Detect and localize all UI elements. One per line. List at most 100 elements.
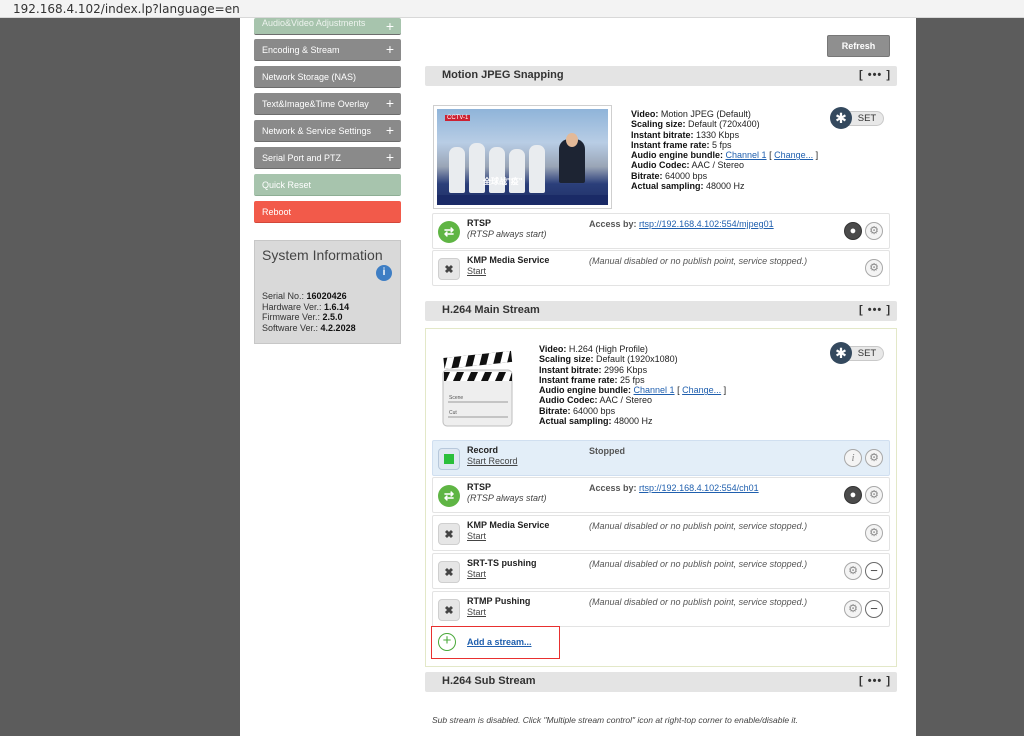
refresh-button[interactable]: Refresh (827, 35, 890, 57)
main-set-button[interactable]: SET ✱ (830, 342, 886, 364)
section-title: Motion JPEG Snapping (442, 69, 564, 81)
add-stream-box: + Add a stream... (431, 626, 560, 659)
hardware-value: 1.6.14 (324, 301, 350, 312)
snapshot-caption: 全球战"疫" (483, 177, 523, 186)
system-info-title: System Information (262, 247, 383, 263)
clapperboard-icon: Scene Cut (442, 350, 513, 427)
expand-icon: + (385, 18, 394, 34)
service-name: KMP Media Service (467, 520, 550, 530)
gear-icon[interactable]: ⚙ (844, 600, 862, 618)
rtmp-start-link[interactable]: Start (467, 607, 486, 617)
address-bar[interactable]: 192.168.4.102/index.lp?language=en (0, 0, 1024, 18)
service-name: SRT-TS pushing (467, 558, 537, 568)
service-name: RTSP (467, 482, 492, 492)
mjpeg-set-button[interactable]: SET ✱ (830, 107, 886, 129)
main-rtmp-row: ✖ RTMP Pushing Start (Manual disabled or… (432, 591, 890, 627)
user-icon[interactable]: ● (844, 486, 862, 504)
sidebar-item-network[interactable]: Network & Service Settings + (254, 120, 401, 142)
gear-icon[interactable]: ⚙ (865, 449, 883, 467)
add-icon[interactable]: + (438, 633, 456, 651)
sidebar-item-overlay[interactable]: Text&Image&Time Overlay + (254, 93, 401, 115)
rtsp-url-link[interactable]: rtsp://192.168.4.102:554/mjpeg01 (639, 219, 774, 229)
main-srt-row: ✖ SRT-TS pushing Start (Manual disabled … (432, 553, 890, 589)
sidebar-item-label: Reboot (262, 207, 292, 217)
add-stream-link[interactable]: Add a stream... (467, 637, 532, 647)
system-info-panel: System Information i Serial No.: 1602042… (254, 240, 401, 344)
expand-icon: + (385, 41, 394, 57)
service-status: (Manual disabled or no publish point, se… (589, 559, 808, 569)
mjpeg-kmp-row: ✖ KMP Media Service Start (Manual disabl… (432, 250, 890, 286)
expand-icon: + (385, 95, 394, 111)
start-record-link[interactable]: Start Record (467, 456, 518, 466)
change-audio-link[interactable]: Change... (682, 385, 721, 395)
section-menu-button[interactable]: [ ••• ] (859, 304, 891, 316)
sidebar-item-label: Network Storage (NAS) (262, 72, 357, 82)
cross-icon[interactable]: ✖ (438, 599, 460, 621)
section-menu-button[interactable]: [ ••• ] (859, 69, 891, 81)
record-icon[interactable] (438, 448, 460, 470)
cross-icon[interactable]: ✖ (438, 561, 460, 583)
section-menu-button[interactable]: [ ••• ] (859, 675, 891, 687)
service-name: Record (467, 445, 499, 455)
info-icon[interactable]: i (376, 265, 392, 281)
switch-icon[interactable]: ⇄ (438, 221, 460, 243)
sidebar-item-label: Text&Image&Time Overlay (262, 99, 369, 109)
mjpeg-rtsp-row: ⇄ RTSP (RTSP always start) Access by: rt… (432, 213, 890, 249)
sidebar-item-encoding[interactable]: Encoding & Stream + (254, 39, 401, 61)
software-label: Software Ver.: (262, 322, 319, 333)
gear-icon[interactable]: ⚙ (865, 259, 883, 277)
switch-icon[interactable]: ⇄ (438, 485, 460, 507)
cross-icon[interactable]: ✖ (438, 258, 460, 280)
sidebar-item-label: Network & Service Settings (262, 126, 372, 136)
sidebar-item-label: Serial Port and PTZ (262, 153, 342, 163)
audio-channel-link[interactable]: Channel 1 (634, 385, 675, 395)
section-title: H.264 Main Stream (442, 304, 540, 316)
main-record-row: Record Start Record Stopped i ⚙ (432, 440, 890, 476)
sidebar-item-serial-ptz[interactable]: Serial Port and PTZ + (254, 147, 401, 169)
service-name: KMP Media Service (467, 255, 550, 265)
sub-stream-section-header: H.264 Sub Stream [ ••• ] (425, 672, 897, 692)
sidebar-item-quick-reset[interactable]: Quick Reset (254, 174, 401, 196)
info-icon[interactable]: i (844, 449, 862, 467)
main-kmp-row: ✖ KMP Media Service Start (Manual disabl… (432, 515, 890, 551)
user-icon[interactable]: ● (844, 222, 862, 240)
service-name: RTSP (467, 218, 492, 228)
tools-icon: ✱ (830, 107, 852, 129)
service-status: (Manual disabled or no publish point, se… (589, 256, 808, 266)
service-status: (Manual disabled or no publish point, se… (589, 597, 808, 607)
sidebar-item-label: Audio&Video Adjustments (262, 18, 366, 28)
cross-icon[interactable]: ✖ (438, 523, 460, 545)
software-value: 4.2.2028 (320, 322, 356, 333)
audio-channel-link[interactable]: Channel 1 (726, 150, 767, 160)
change-audio-link[interactable]: Change... (774, 150, 813, 160)
service-sub: (RTSP always start) (467, 229, 547, 239)
remove-icon[interactable]: − (865, 562, 883, 580)
sidebar-item-label: Quick Reset (262, 180, 312, 190)
service-sub: (RTSP always start) (467, 493, 547, 503)
sub-stream-note: Sub stream is disabled. Click "Multiple … (432, 715, 799, 725)
sidebar-item-nas[interactable]: Network Storage (NAS) (254, 66, 401, 88)
clapper-scene: Scene (449, 395, 463, 401)
remove-icon[interactable]: − (865, 600, 883, 618)
sidebar-item-reboot[interactable]: Reboot (254, 201, 401, 223)
mjpeg-snapshot[interactable]: CCTV-1 全球战"疫" (433, 105, 612, 209)
mjpeg-specs: Video: Motion JPEG (Default) Scaling siz… (631, 109, 819, 192)
main-stream-section-header: H.264 Main Stream [ ••• ] (425, 301, 897, 321)
kmp-start-link[interactable]: Start (467, 531, 486, 541)
main-rtsp-row: ⇄ RTSP (RTSP always start) Access by: rt… (432, 477, 890, 513)
srt-start-link[interactable]: Start (467, 569, 486, 579)
sidebar-item-label: Encoding & Stream (262, 45, 340, 55)
expand-icon: + (385, 122, 394, 138)
clapper-cut: Cut (449, 410, 457, 416)
gear-icon[interactable]: ⚙ (865, 524, 883, 542)
gear-icon[interactable]: ⚙ (865, 486, 883, 504)
section-title: H.264 Sub Stream (442, 675, 536, 687)
gear-icon[interactable]: ⚙ (865, 222, 883, 240)
kmp-start-link[interactable]: Start (467, 266, 486, 276)
gear-icon[interactable]: ⚙ (844, 562, 862, 580)
sidebar-item-audio-video[interactable]: Audio&Video Adjustments + (254, 18, 401, 35)
service-access: Access by: rtsp://192.168.4.102:554/ch01 (589, 483, 759, 493)
hardware-label: Hardware Ver.: (262, 301, 322, 312)
channel-logo: CCTV-1 (445, 115, 471, 121)
rtsp-url-link[interactable]: rtsp://192.168.4.102:554/ch01 (639, 483, 759, 493)
